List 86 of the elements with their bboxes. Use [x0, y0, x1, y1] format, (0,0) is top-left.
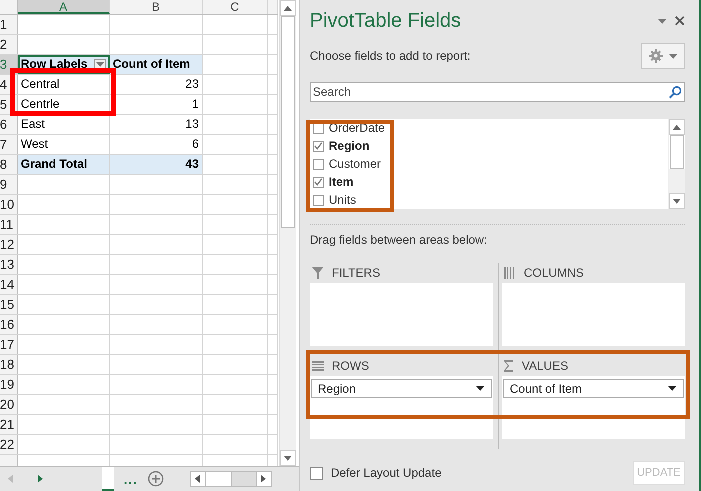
check-icon	[314, 142, 323, 150]
table-cell: Centrle	[21, 97, 60, 111]
row-header[interactable]: 10	[0, 195, 18, 214]
panel-title: PivotTable Fields	[310, 10, 462, 32]
scroll-right-icon[interactable]	[261, 475, 266, 483]
close-button[interactable]	[675, 16, 685, 26]
gear-icon	[648, 49, 662, 63]
row-header[interactable]: 13	[0, 255, 18, 274]
table-cell: 1	[192, 97, 199, 111]
drop-area[interactable]: Count of Item	[502, 376, 685, 439]
caret-icon	[658, 18, 667, 24]
search-icon	[669, 86, 682, 99]
table-cell: Count of Item	[113, 57, 190, 71]
scroll-up-icon[interactable]	[284, 6, 292, 10]
caret-icon	[668, 386, 677, 391]
table-cell: Central	[21, 77, 60, 91]
more-sheets[interactable]: ...	[124, 472, 138, 486]
area-label: ROWS	[332, 359, 370, 373]
row-header[interactable]: 20	[0, 395, 18, 414]
sheet-tab[interactable]	[102, 467, 114, 491]
caret-icon	[96, 62, 104, 67]
panel-options-button[interactable]	[658, 18, 667, 24]
row-header[interactable]: 21	[0, 415, 18, 434]
row-header[interactable]: 2	[0, 35, 18, 54]
rows-icon	[312, 361, 324, 371]
sigma-icon	[504, 360, 514, 372]
field-checkbox[interactable]	[313, 194, 324, 206]
field-checkbox[interactable]	[313, 176, 324, 188]
column-header[interactable]: C	[203, 0, 268, 14]
row-header[interactable]: 6	[0, 115, 18, 134]
instruction-text: Drag fields between areas below:	[310, 233, 488, 247]
columns-icon	[504, 267, 516, 279]
table-cell-text: Row Labels	[21, 56, 88, 73]
column-header[interactable]: A	[18, 0, 110, 14]
field-name: Region	[329, 139, 370, 153]
row-header[interactable]: 9	[0, 175, 18, 194]
row-header[interactable]: 7	[0, 135, 18, 154]
row-header[interactable]: 15	[0, 295, 18, 314]
row-header[interactable]: 17	[0, 335, 18, 354]
area-label: FILTERS	[332, 266, 380, 280]
instruction-text: Choose fields to add to report:	[310, 49, 471, 63]
table-cell: 13	[186, 117, 199, 131]
row-header[interactable]: 1	[0, 15, 18, 34]
table-cell: 23	[186, 77, 199, 91]
defer-checkbox[interactable]	[310, 466, 323, 480]
filter-icon	[312, 267, 324, 279]
horizontal-scrollbar[interactable]	[190, 471, 272, 487]
table-cell: 43	[186, 157, 199, 171]
field-list-scrollbar[interactable]	[668, 119, 685, 209]
table-cell: West	[21, 137, 48, 151]
scroll-up-icon[interactable]	[673, 124, 681, 130]
caret-icon	[476, 386, 485, 391]
add-sheet-icon[interactable]	[148, 471, 164, 487]
next-sheet-icon[interactable]	[38, 475, 42, 483]
area-label: VALUES	[522, 359, 568, 373]
area-field-dropdown[interactable]: Count of Item	[503, 379, 684, 398]
scroll-down-icon[interactable]	[284, 456, 292, 460]
column-header[interactable]: B	[110, 0, 203, 14]
row-header[interactable]: 14	[0, 275, 18, 294]
row-header[interactable]: 18	[0, 355, 18, 374]
row-header[interactable]: 11	[0, 215, 18, 234]
checkbox-label: Defer Layout Update	[331, 466, 442, 480]
table-cell: East	[21, 117, 46, 131]
field-checkbox[interactable]	[313, 158, 324, 170]
row-header[interactable]: 22	[0, 435, 18, 454]
field-name: Units	[329, 193, 356, 207]
row-header[interactable]: 12	[0, 235, 18, 254]
table-cell: 6	[192, 137, 199, 151]
field-checkbox[interactable]	[313, 140, 324, 152]
check-icon	[314, 178, 323, 186]
field-name: OrderDate	[329, 121, 386, 135]
area-field-dropdown[interactable]: Region	[311, 379, 492, 398]
drop-area[interactable]: Region	[310, 376, 493, 439]
table-cell: Grand Total	[21, 157, 88, 171]
vertical-scrollbar[interactable]	[279, 0, 296, 466]
caret-icon	[668, 54, 678, 58]
scroll-down-icon[interactable]	[673, 198, 681, 204]
scroll-left-icon[interactable]	[195, 475, 200, 483]
area-label: COLUMNS	[524, 266, 584, 280]
row-header[interactable]: 16	[0, 315, 18, 334]
row-header[interactable]: 19	[0, 375, 18, 394]
row-header[interactable]: 8	[0, 155, 18, 174]
field-name: Item	[329, 175, 354, 189]
settings-button[interactable]	[641, 43, 685, 69]
field-name: Customer	[329, 157, 382, 171]
search-field[interactable]: Search	[310, 82, 685, 102]
